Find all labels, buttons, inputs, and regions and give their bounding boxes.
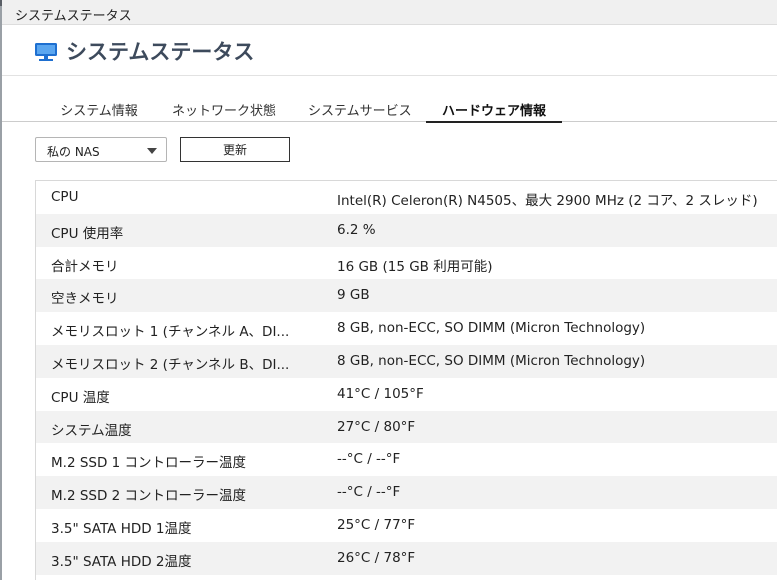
row-value: --°C / --°F: [337, 451, 401, 468]
tab-hardware-info[interactable]: ハードウェア情報: [426, 100, 562, 123]
table-row: CPU 使用率 6.2 %: [36, 213, 777, 247]
row-value: --°C / --°F: [337, 484, 401, 501]
page-header: システムステータス: [2, 25, 777, 76]
row-label: CPU 温度: [51, 389, 110, 406]
row-label: 3.5" SATA HDD 1温度: [51, 520, 192, 537]
table-row: メモリスロット 1 (チャンネル A、DI... 8 GB, non-ECC, …: [36, 312, 777, 345]
row-label: CPU 使用率: [51, 225, 124, 242]
row-label: 3.5" SATA HDD 2温度: [51, 553, 192, 570]
row-label: M.2 SSD 1 コントローラー温度: [51, 455, 247, 472]
row-value: 6.2 %: [337, 221, 376, 238]
row-label: CPU: [51, 189, 79, 205]
toolbar: 私の NAS 更新: [0, 136, 777, 164]
device-select[interactable]: 私の NAS: [35, 137, 167, 162]
page-title: システムステータス: [66, 40, 255, 64]
chevron-down-icon: [147, 148, 157, 154]
tab-system-info[interactable]: システム情報: [60, 100, 138, 121]
row-value: 9 GB: [337, 287, 370, 304]
hardware-info-table: CPU Intel(R) Celeron(R) N4505、最大 2900 MH…: [35, 180, 777, 580]
row-value: 41°C / 105°F: [337, 385, 424, 402]
row-value: 26°C / 78°F: [337, 549, 416, 566]
row-value: 25°C / 77°F: [337, 516, 416, 533]
table-row: 合計メモリ 16 GB (15 GB 利用可能): [36, 247, 777, 280]
row-value: 27°C / 80°F: [337, 418, 416, 435]
table-row: CPU 温度 41°C / 105°F: [36, 378, 777, 411]
row-value: 8 GB, non-ECC, SO DIMM (Micron Technolog…: [337, 352, 646, 369]
row-label: メモリスロット 1 (チャンネル A、DI...: [51, 324, 290, 341]
tab-bar: システム情報 ネットワーク状態 システムサービス ハードウェア情報: [2, 94, 777, 123]
table-row: システム温度 27°C / 80°F: [36, 410, 777, 444]
row-value: Intel(R) Celeron(R) N4505、最大 2900 MHz (2…: [337, 193, 758, 209]
table-row: M.2 SSD 2 コントローラー温度 --°C / --°F: [36, 476, 777, 509]
row-value: 16 GB (15 GB 利用可能): [337, 258, 493, 275]
table-row: M.2 SSD 1 コントローラー温度 --°C / --°F: [36, 443, 777, 476]
title-bar[interactable]: システムステータス: [2, 0, 777, 25]
table-row: 3.5" SATA HDD 2温度 26°C / 78°F: [36, 541, 777, 575]
window-left-edge: [0, 0, 2, 580]
tab-system-services[interactable]: システムサービス: [308, 100, 412, 121]
table-row: メモリスロット 2 (チャンネル B、DI... 8 GB, non-ECC, …: [36, 344, 777, 378]
table-row: 3.5" SATA HDD 1温度 25°C / 77°F: [36, 509, 777, 542]
refresh-button[interactable]: 更新: [180, 137, 290, 162]
row-label: M.2 SSD 2 コントローラー温度: [51, 488, 247, 505]
table-row: 空きメモリ 9 GB: [36, 279, 777, 313]
monitor-icon: [34, 42, 58, 62]
row-label: システム温度: [51, 422, 132, 439]
row-label: メモリスロット 2 (チャンネル B、DI...: [51, 356, 290, 373]
window-title: システムステータス: [15, 9, 132, 24]
row-label: 合計メモリ: [51, 258, 119, 275]
table-row: CPU Intel(R) Celeron(R) N4505、最大 2900 MH…: [36, 181, 777, 214]
tab-network-status[interactable]: ネットワーク状態: [172, 100, 276, 121]
row-value: 8 GB, non-ECC, SO DIMM (Micron Technolog…: [337, 320, 646, 337]
system-status-window: システムステータス システムステータス システム情報 ネットワーク状態 システム…: [0, 0, 777, 580]
device-select-value: 私の NAS: [47, 145, 100, 159]
row-label: 空きメモリ: [51, 291, 119, 308]
